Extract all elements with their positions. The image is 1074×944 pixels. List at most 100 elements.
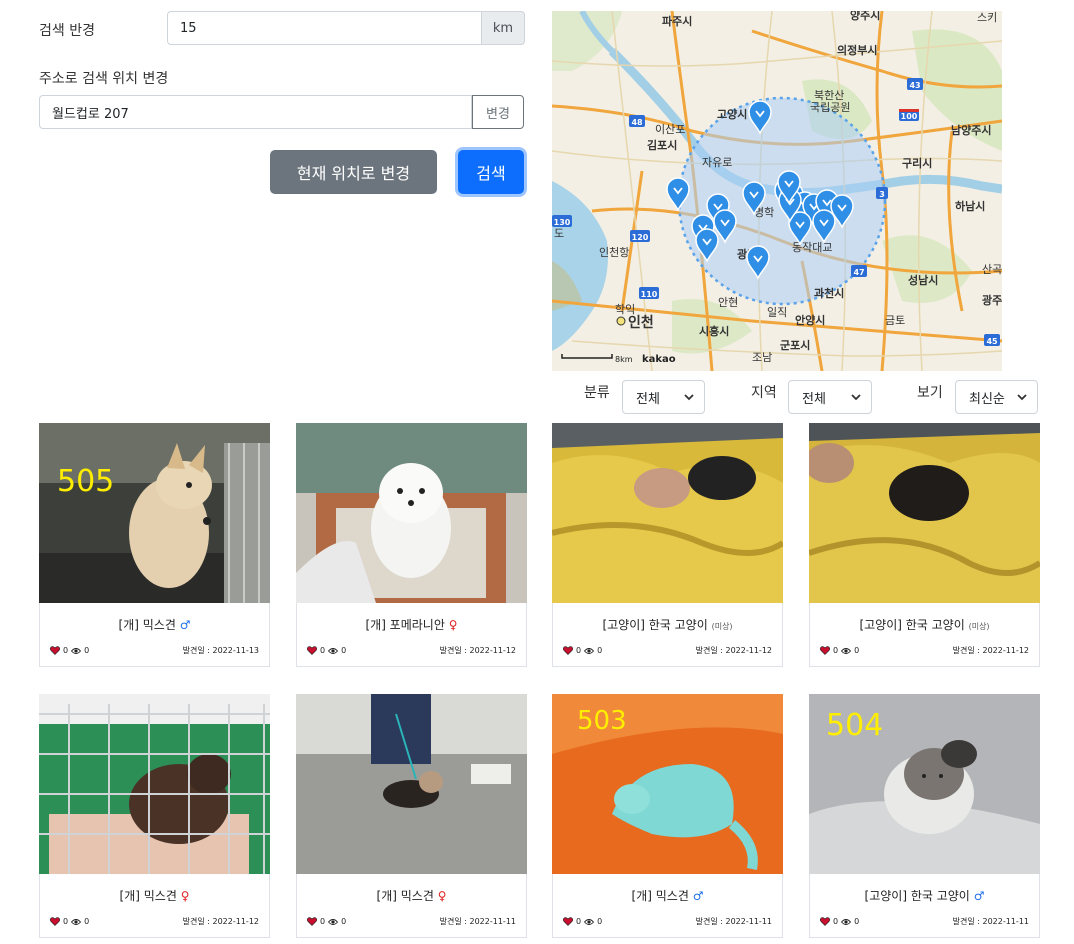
sort-select[interactable]: 최신순 <box>955 380 1038 414</box>
animal-card[interactable]: 505 [개] 믹스견 ♂ 0 0 발견일 : 2022-11-13 <box>39 423 270 667</box>
category-select-value: 전체 <box>636 391 660 407</box>
animal-card[interactable]: [개] 믹스견 ♀ 0 0 발견일 : 2022-11-12 <box>39 694 270 938</box>
address-input[interactable] <box>39 95 472 129</box>
like-count: 0 <box>63 917 69 926</box>
animal-meta: 0 0 발견일 : 2022-11-12 <box>563 645 772 656</box>
place-gimpo: 김포시 <box>647 139 677 152</box>
photo-number-tag: 505 <box>57 464 114 499</box>
view-label: 보기 <box>917 385 943 401</box>
stats-group: 0 0 <box>563 646 602 655</box>
animal-title: [개] 믹스견 ♀ <box>297 887 526 904</box>
road-number-48: 48 <box>631 118 643 127</box>
like-count: 0 <box>576 646 582 655</box>
radius-unit: km <box>482 11 525 45</box>
current-location-button[interactable]: 현재 위치로 변경 <box>270 150 437 194</box>
radius-label: 검색 반경 <box>39 23 95 39</box>
sex-icon: ♂ <box>692 889 704 903</box>
region-select[interactable]: 전체 <box>788 380 872 414</box>
address-input-group: 변경 <box>39 95 524 129</box>
incheon-dot-icon <box>616 316 626 326</box>
map-scale-text: 8km <box>615 355 633 364</box>
animal-card[interactable]: [고양이] 한국 고양이 (미상) 0 0 발견일 : 2022-11-12 <box>552 423 783 667</box>
place-paju: 파주시 <box>662 14 692 28</box>
animal-title-text: [개] 포메라니안 <box>365 618 445 632</box>
search-button[interactable]: 검색 <box>458 150 524 194</box>
place-hanam: 하남시 <box>955 199 985 213</box>
animal-card[interactable]: [고양이] 한국 고양이 (미상) 0 0 발견일 : 2022-11-12 <box>809 423 1040 667</box>
animal-photo[interactable]: 505 <box>39 423 270 603</box>
like-count: 0 <box>833 646 839 655</box>
animal-photo[interactable]: 504 <box>809 694 1040 874</box>
radius-input[interactable] <box>167 11 482 45</box>
place-goyang: 고양시 <box>717 107 747 121</box>
like-count: 0 <box>63 646 69 655</box>
view-count: 0 <box>854 917 860 926</box>
eye-icon <box>71 918 82 925</box>
like-count: 0 <box>320 646 326 655</box>
view-count: 0 <box>84 646 90 655</box>
place-seongnam: 성남시 <box>908 273 938 287</box>
place-gwangju: 광주 <box>982 294 1002 307</box>
animal-title: [고양이] 한국 고양이 (미상) <box>810 616 1039 633</box>
animal-meta: 0 0 발견일 : 2022-11-11 <box>307 916 516 927</box>
heart-icon <box>820 646 830 655</box>
road-number-45: 45 <box>986 337 998 346</box>
place-iljik: 일직 <box>767 305 787 319</box>
eye-icon <box>584 647 595 654</box>
view-count: 0 <box>341 917 347 926</box>
animal-title-text: [개] 믹스견 <box>119 889 177 903</box>
found-date: 발견일 : 2022-11-11 <box>952 917 1029 926</box>
eye-icon <box>584 918 595 925</box>
animal-photo[interactable]: 503 <box>552 694 783 874</box>
place-geumto: 금토 <box>885 314 905 327</box>
map-brand-logo: kakao <box>642 354 676 365</box>
sex-icon: ♀ <box>448 618 458 632</box>
chevron-down-icon <box>1017 394 1027 401</box>
place-do: 도 <box>554 227 564 240</box>
address-change-button[interactable]: 변경 <box>472 95 524 129</box>
heart-icon <box>563 917 573 926</box>
like-count: 0 <box>320 917 326 926</box>
stats-group: 0 0 <box>820 646 859 655</box>
animal-photo[interactable] <box>39 694 270 874</box>
map-view[interactable]: 100 48 43 130 120 110 47 3 45 파주시 양주시 의정… <box>552 11 1002 371</box>
category-select[interactable]: 전체 <box>622 380 705 414</box>
place-jayuro: 자유로 <box>702 156 732 169</box>
place-isanpo: 이산포 <box>655 123 685 136</box>
like-count: 0 <box>833 917 839 926</box>
animal-card[interactable]: 504 [고양이] 한국 고양이 ♂ 0 0 발견일 : 2022-11-11 <box>809 694 1040 938</box>
road-number-120: 120 <box>632 233 649 242</box>
stats-group: 0 0 <box>50 646 89 655</box>
view-count: 0 <box>597 646 603 655</box>
animal-title-text: [고양이] 한국 고양이 <box>602 618 708 632</box>
map-canvas: 100 48 43 130 120 110 47 3 45 파주시 양주시 의정… <box>552 11 1002 371</box>
found-date: 발견일 : 2022-11-11 <box>439 917 516 926</box>
place-guri: 구리시 <box>902 156 932 170</box>
found-date: 발견일 : 2022-11-12 <box>182 917 259 926</box>
place-jonam: 조남 <box>752 351 772 364</box>
animal-meta: 0 0 발견일 : 2022-11-11 <box>563 916 772 927</box>
heart-icon <box>50 646 60 655</box>
address-label: 주소로 검색 위치 변경 <box>39 71 169 87</box>
found-date: 발견일 : 2022-11-12 <box>439 646 516 655</box>
animal-photo[interactable] <box>296 423 527 603</box>
view-count: 0 <box>84 917 90 926</box>
animal-card[interactable]: [개] 포메라니안 ♀ 0 0 발견일 : 2022-11-12 <box>296 423 527 667</box>
place-anhyeon: 안현 <box>718 296 738 309</box>
place-incheon: 인천 <box>628 314 654 331</box>
photo-number-tag: 504 <box>826 708 883 743</box>
animal-meta: 0 0 발견일 : 2022-11-13 <box>50 645 259 656</box>
view-count: 0 <box>854 646 860 655</box>
found-date: 발견일 : 2022-11-12 <box>952 646 1029 655</box>
animal-photo[interactable] <box>296 694 527 874</box>
photo-number-tag: 503 <box>577 706 627 736</box>
place-dongjak-bridge: 동작대교 <box>792 241 832 254</box>
animal-photo[interactable] <box>809 423 1040 603</box>
sex-unknown-note: (미상) <box>711 622 733 631</box>
animal-photo[interactable] <box>552 423 783 603</box>
animal-card[interactable]: 503 [개] 믹스견 ♂ 0 0 발견일 : 2022-11-11 <box>552 694 783 938</box>
animal-title-text: [개] 믹스견 <box>118 618 176 632</box>
place-namyangju: 남양주시 <box>951 123 991 137</box>
animal-card[interactable]: [개] 믹스견 ♀ 0 0 발견일 : 2022-11-11 <box>296 694 527 938</box>
animal-meta: 0 0 발견일 : 2022-11-12 <box>50 916 259 927</box>
